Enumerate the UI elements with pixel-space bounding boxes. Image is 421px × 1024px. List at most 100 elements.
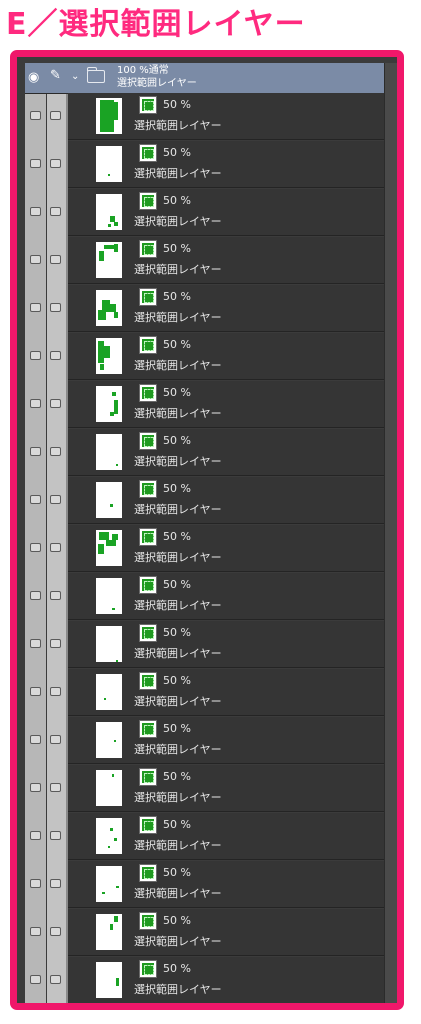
visibility-toggle[interactable] <box>30 159 41 168</box>
edit-toggle[interactable] <box>50 351 61 360</box>
visibility-toggle[interactable] <box>30 207 41 216</box>
layer-item[interactable]: 50 % 選択範囲レイヤー <box>68 813 385 860</box>
layer-item[interactable]: 50 % 選択範囲レイヤー <box>68 765 385 812</box>
layer-thumbnail <box>96 914 122 950</box>
edit-toggle[interactable] <box>50 255 61 264</box>
edit-toggle[interactable] <box>50 927 61 936</box>
layer-thumbnail <box>96 866 122 902</box>
layer-item[interactable]: 50 % 選択範囲レイヤー <box>68 717 385 764</box>
layer-item[interactable]: 50 % 選択範囲レイヤー <box>68 957 385 1003</box>
visibility-toggle[interactable] <box>30 927 41 936</box>
layer-name: 選択範囲レイヤー <box>134 983 222 996</box>
layer-item[interactable]: 50 % 選択範囲レイヤー <box>68 429 385 476</box>
layer-name: 選択範囲レイヤー <box>134 887 222 900</box>
visibility-toggle[interactable] <box>30 111 41 120</box>
layer-name: 選択範囲レイヤー <box>134 263 222 276</box>
layer-opacity: 50 % <box>163 962 191 975</box>
visibility-toggle[interactable] <box>30 975 41 984</box>
layer-item[interactable]: 50 % 選択範囲レイヤー <box>68 333 385 380</box>
layer-row[interactable]: 50 % 選択範囲レイヤー <box>25 141 385 188</box>
layer-row[interactable]: 50 % 選択範囲レイヤー <box>25 477 385 524</box>
edit-toggle[interactable] <box>50 543 61 552</box>
layer-folder-row[interactable]: ◉ ✎ ⌄ 100 %通常 選択範囲レイヤー <box>25 63 385 94</box>
layer-row[interactable]: 50 % 選択範囲レイヤー <box>25 429 385 476</box>
visibility-toggle[interactable] <box>30 447 41 456</box>
pen-icon[interactable]: ✎ <box>50 69 61 83</box>
layer-row[interactable]: 50 % 選択範囲レイヤー <box>25 957 385 1003</box>
visibility-toggle[interactable] <box>30 303 41 312</box>
layer-thumbnail <box>96 242 122 278</box>
layer-item[interactable]: 50 % 選択範囲レイヤー <box>68 669 385 716</box>
edit-toggle[interactable] <box>50 879 61 888</box>
layer-item[interactable]: 50 % 選択範囲レイヤー <box>68 477 385 524</box>
layer-opacity: 50 % <box>163 242 191 255</box>
layer-name: 選択範囲レイヤー <box>134 599 222 612</box>
visibility-toggle[interactable] <box>30 591 41 600</box>
layer-thumbnail <box>96 98 122 134</box>
layer-item[interactable]: 50 % 選択範囲レイヤー <box>68 621 385 668</box>
layer-thumbnail <box>96 722 122 758</box>
visibility-toggle[interactable] <box>30 255 41 264</box>
visibility-toggle[interactable] <box>30 735 41 744</box>
edit-toggle[interactable] <box>50 159 61 168</box>
visibility-toggle[interactable] <box>30 687 41 696</box>
layer-row[interactable]: 50 % 選択範囲レイヤー <box>25 525 385 572</box>
layer-item[interactable]: 50 % 選択範囲レイヤー <box>68 93 385 140</box>
layer-opacity: 50 % <box>163 98 191 111</box>
edit-toggle[interactable] <box>50 735 61 744</box>
layer-item[interactable]: 50 % 選択範囲レイヤー <box>68 189 385 236</box>
selection-layer-icon <box>139 576 157 594</box>
layer-item[interactable]: 50 % 選択範囲レイヤー <box>68 909 385 956</box>
visibility-toggle[interactable] <box>30 351 41 360</box>
layer-thumbnail <box>96 146 122 182</box>
layer-opacity: 50 % <box>163 338 191 351</box>
layer-row[interactable]: 50 % 選択範囲レイヤー <box>25 189 385 236</box>
edit-toggle[interactable] <box>50 303 61 312</box>
eye-icon[interactable]: ◉ <box>28 71 39 85</box>
layer-row[interactable]: 50 % 選択範囲レイヤー <box>25 813 385 860</box>
chevron-down-icon[interactable]: ⌄ <box>71 72 79 82</box>
edit-toggle[interactable] <box>50 975 61 984</box>
selection-layer-icon <box>139 336 157 354</box>
edit-toggle[interactable] <box>50 399 61 408</box>
layer-row[interactable]: 50 % 選択範囲レイヤー <box>25 717 385 764</box>
layer-item[interactable]: 50 % 選択範囲レイヤー <box>68 141 385 188</box>
edit-toggle[interactable] <box>50 591 61 600</box>
visibility-toggle[interactable] <box>30 543 41 552</box>
scrollbar[interactable] <box>384 63 397 1003</box>
layer-row[interactable]: 50 % 選択範囲レイヤー <box>25 285 385 332</box>
layer-panel: ◉ ✎ ⌄ 100 %通常 選択範囲レイヤー 50 % 選択範囲レイヤー 50 % 選… <box>25 63 397 1003</box>
layer-row[interactable]: 50 % 選択範囲レイヤー <box>25 765 385 812</box>
layer-item[interactable]: 50 % 選択範囲レイヤー <box>68 237 385 284</box>
edit-toggle[interactable] <box>50 111 61 120</box>
layer-item[interactable]: 50 % 選択範囲レイヤー <box>68 285 385 332</box>
edit-toggle[interactable] <box>50 447 61 456</box>
layer-row[interactable]: 50 % 選択範囲レイヤー <box>25 621 385 668</box>
layer-item[interactable]: 50 % 選択範囲レイヤー <box>68 861 385 908</box>
layer-name: 選択範囲レイヤー <box>134 119 222 132</box>
edit-toggle[interactable] <box>50 495 61 504</box>
layer-opacity: 50 % <box>163 482 191 495</box>
layer-item[interactable]: 50 % 選択範囲レイヤー <box>68 381 385 428</box>
edit-toggle[interactable] <box>50 207 61 216</box>
edit-toggle[interactable] <box>50 783 61 792</box>
layer-row[interactable]: 50 % 選択範囲レイヤー <box>25 381 385 428</box>
layer-item[interactable]: 50 % 選択範囲レイヤー <box>68 573 385 620</box>
layer-row[interactable]: 50 % 選択範囲レイヤー <box>25 861 385 908</box>
layer-row[interactable]: 50 % 選択範囲レイヤー <box>25 93 385 140</box>
layer-row[interactable]: 50 % 選択範囲レイヤー <box>25 669 385 716</box>
layer-row[interactable]: 50 % 選択範囲レイヤー <box>25 237 385 284</box>
visibility-toggle[interactable] <box>30 399 41 408</box>
visibility-toggle[interactable] <box>30 879 41 888</box>
layer-item[interactable]: 50 % 選択範囲レイヤー <box>68 525 385 572</box>
layer-row[interactable]: 50 % 選択範囲レイヤー <box>25 333 385 380</box>
edit-toggle[interactable] <box>50 639 61 648</box>
layer-row[interactable]: 50 % 選択範囲レイヤー <box>25 909 385 956</box>
visibility-toggle[interactable] <box>30 831 41 840</box>
visibility-toggle[interactable] <box>30 495 41 504</box>
layer-row[interactable]: 50 % 選択範囲レイヤー <box>25 573 385 620</box>
edit-toggle[interactable] <box>50 831 61 840</box>
edit-toggle[interactable] <box>50 687 61 696</box>
visibility-toggle[interactable] <box>30 783 41 792</box>
visibility-toggle[interactable] <box>30 639 41 648</box>
